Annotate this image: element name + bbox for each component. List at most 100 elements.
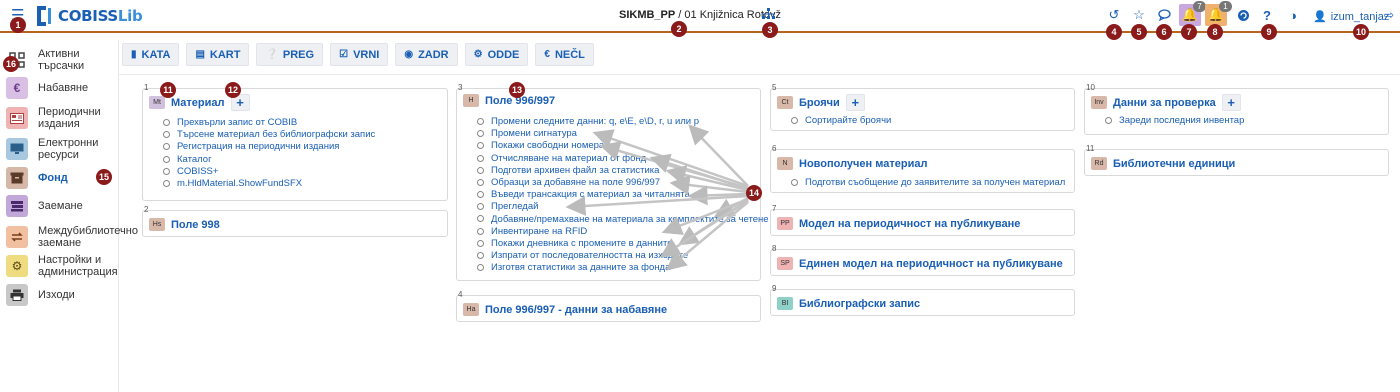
method-item[interactable]: Въведи трансакция с материал за читалнят… <box>477 189 769 201</box>
toolbar-button-label: KART <box>209 48 241 61</box>
marker-6: 6 <box>1156 24 1172 40</box>
method-label: Изготвя статистики за данните за фонда <box>491 262 671 274</box>
card-title[interactable]: Поле 998 <box>171 219 220 231</box>
add-inventory-button[interactable]: + <box>1221 94 1241 111</box>
marker-10: 10 <box>1353 24 1369 40</box>
bullet-icon <box>477 166 484 174</box>
card-title[interactable]: Поле 996/997 - данни за набавяне <box>485 304 667 316</box>
toolbar-button-label: VRNI <box>353 48 380 61</box>
bullet-icon <box>477 203 484 211</box>
toolbar-button-odde[interactable]: ⚙ ODDE <box>464 43 529 66</box>
marker-14: 14 <box>746 185 762 201</box>
card-inventory-data: 10 Inv Данни за проверка + Зареди послед… <box>1084 83 1389 135</box>
toolbar-button-necl[interactable]: € NEČL <box>535 43 594 66</box>
method-item[interactable]: Изпрати от последователността на изходит… <box>477 250 769 262</box>
toolbar-button-kata[interactable]: ▮ KATA <box>122 43 180 66</box>
card-badge: Rd <box>1091 157 1107 170</box>
card-badge: Ct <box>777 96 793 109</box>
sidebar-item-label: Фонд <box>38 172 68 184</box>
lock-circle-icon: ◉ <box>404 49 414 60</box>
method-item[interactable]: Добавяне/премахване на материала за комп… <box>477 214 769 226</box>
star-icon[interactable]: ☆ <box>1128 4 1150 26</box>
bullet-icon <box>477 215 484 223</box>
method-item[interactable]: Регистрация на периодични издания <box>163 141 375 153</box>
sidebar-item-settings[interactable]: ⚙ Настройки и администрация <box>6 254 118 278</box>
card-title[interactable]: Модел на периодичност на публикуване <box>799 218 1020 230</box>
card-number: 10 <box>1086 83 1095 92</box>
sidebar-item-interlibrary-loan[interactable]: Междубиблиотечно заемане <box>6 225 138 249</box>
card-title[interactable]: Данни за проверка <box>1113 97 1216 109</box>
method-item[interactable]: Промени сигнатура <box>477 128 769 140</box>
method-item[interactable]: Промени следните данни: q, e\E, e\D, r, … <box>477 116 769 128</box>
card-number: 5 <box>772 83 777 92</box>
method-item[interactable]: COBISS+ <box>163 166 375 178</box>
card-field-998: 2 Hs Поле 998 <box>142 205 448 237</box>
card-title[interactable]: Библиографски запис <box>799 298 920 310</box>
card-bibliographic-record: 9 BI Библиографски запис <box>770 284 1075 316</box>
sidebar-item-label: Периодични издания <box>38 106 101 130</box>
card-new-material: 6 N Новополучен материал Подготви съобще… <box>770 144 1075 193</box>
contrast-icon[interactable]: ◑ <box>1282 4 1304 26</box>
method-item[interactable]: Подготви архивен файл за статистика <box>477 165 769 177</box>
method-item[interactable]: m.HldMaterial.ShowFundSFX <box>163 178 375 190</box>
toolbar-button-preg[interactable]: ❔ PREG <box>256 43 324 66</box>
method-item[interactable]: Прегледай <box>477 201 769 213</box>
sidebar-item-outputs[interactable]: Изходи <box>6 284 118 306</box>
history-icon[interactable]: ↺ <box>1103 4 1125 26</box>
logout-icon[interactable]: ⇨ <box>1384 8 1394 22</box>
segment-toolbar: ▮ KATA ▤ KART ❔ PREG ☑ VRNI ◉ ZADR ⚙ ODDE € NEČ… <box>122 43 594 67</box>
card-method-list: Подготви съобщение до заявителите за пол… <box>791 177 1065 189</box>
cobiss-lib-logo[interactable]: COBISSLib <box>33 3 143 29</box>
user-menu[interactable]: 👤 izum_tanjaz <box>1313 10 1389 23</box>
card-method-list: Зареди последния инвентар <box>1105 115 1244 127</box>
bullet-icon <box>477 178 484 186</box>
method-item[interactable]: Изготвя статистики за данните за фонда <box>477 262 769 274</box>
method-item[interactable]: Покажи свободни номера <box>477 140 769 152</box>
card-title[interactable]: Новополучен материал <box>799 158 927 170</box>
card-title[interactable]: Материал <box>171 97 225 109</box>
method-item[interactable]: Отчисляване на материал от фонд <box>477 153 769 165</box>
sidebar-item-circulation[interactable]: Заемане <box>6 195 118 217</box>
method-item[interactable]: Сортирайте броячи <box>791 115 891 127</box>
user-icon: 👤 <box>1313 11 1327 23</box>
card-title[interactable]: Библиотечни единици <box>1113 158 1235 170</box>
sidebar-item-serials[interactable]: Периодични издания <box>6 106 118 130</box>
sidebar-item-label: Заемане <box>38 200 83 212</box>
method-item[interactable]: Зареди последния инвентар <box>1105 115 1244 127</box>
method-item[interactable]: Образци за добавяне на поле 996/997 <box>477 177 769 189</box>
toolbar-button-vrni[interactable]: ☑ VRNI <box>330 43 389 66</box>
toolbar-button-zadr[interactable]: ◉ ZADR <box>395 43 458 66</box>
method-item[interactable]: Инвентиране на RFID <box>477 226 769 238</box>
sidebar-item-label: Набавяне <box>38 82 89 94</box>
help-icon[interactable]: ? <box>1256 4 1278 26</box>
method-label: Прехвърли запис от COBIB <box>177 117 298 128</box>
method-item[interactable]: Прехвърли запис от COBIB <box>163 117 375 129</box>
bell-messages-icon[interactable]: 🔔 7 <box>1179 1 1206 26</box>
card-header: Ct Броячи + <box>777 94 865 111</box>
method-item[interactable]: Каталог <box>163 154 375 166</box>
sidebar-item-e-resources[interactable]: Електронни ресурси <box>6 137 118 161</box>
marker-8: 8 <box>1207 24 1223 40</box>
card-title[interactable]: Единен модел на периодичност на публикув… <box>799 258 1063 270</box>
bell-alerts-icon[interactable]: 🔔 1 <box>1205 1 1232 26</box>
card-header: Rd Библиотечни единици <box>1091 157 1235 170</box>
logo-main-text: COBISS <box>58 7 118 25</box>
method-item[interactable]: Подготви съобщение до заявителите за пол… <box>791 177 1065 189</box>
sidebar-item-active-searches[interactable]: Активни търсачки <box>6 48 118 72</box>
sidebar-item-acquisition[interactable]: € Набавяне <box>6 77 118 99</box>
marker-4: 4 <box>1106 24 1122 40</box>
marker-13: 13 <box>509 82 525 98</box>
method-label: m.HldMaterial.ShowFundSFX <box>177 177 303 189</box>
tag-icon: ▮ <box>131 49 137 60</box>
card-number: 3 <box>458 83 463 92</box>
method-item[interactable]: Търсене материал без библиографски запис <box>163 129 375 141</box>
sitemap-icon[interactable] <box>762 8 775 23</box>
refresh-circle-icon[interactable] <box>1232 4 1254 26</box>
chat-bubble-icon[interactable] <box>1153 4 1175 26</box>
method-item[interactable]: Покажи дневника с промените в данните <box>477 238 769 250</box>
card-title[interactable]: Броячи <box>799 97 840 109</box>
toolbar-button-kart[interactable]: ▤ KART <box>186 43 250 66</box>
add-counter-button[interactable]: + <box>845 94 865 111</box>
card-header: BI Библиографски запис <box>777 297 920 310</box>
card-badge: Ha <box>463 303 479 316</box>
